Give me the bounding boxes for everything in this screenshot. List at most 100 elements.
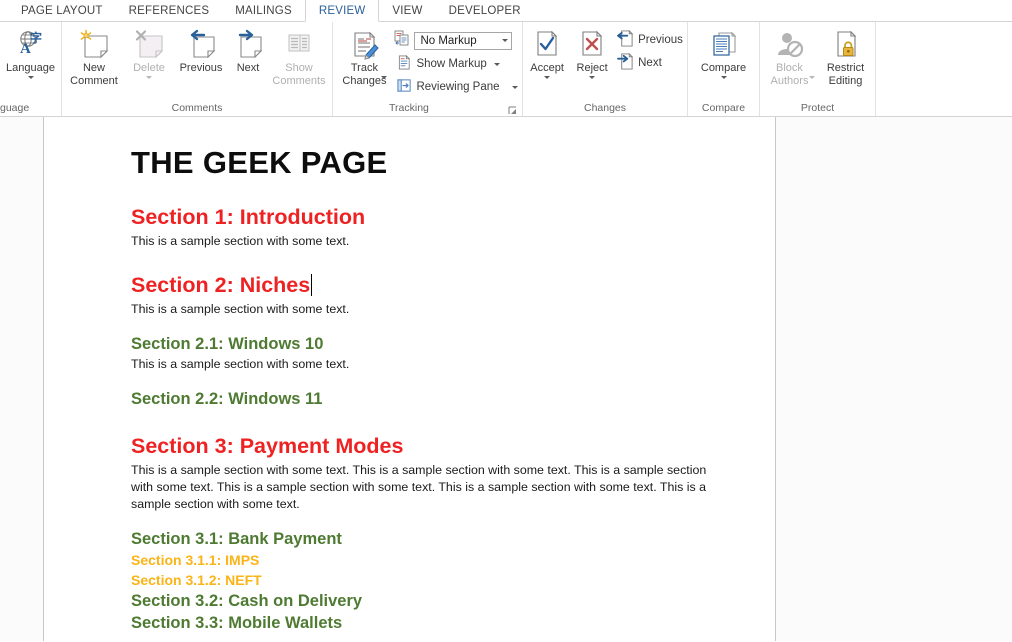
reject-button[interactable]: Reject (570, 26, 614, 79)
next-comment-button[interactable]: Next (228, 26, 268, 75)
spacer (131, 513, 720, 529)
document-area: THE GEEK PAGE Section 1: Introduction Th… (0, 117, 1012, 641)
document-page[interactable]: THE GEEK PAGE Section 1: Introduction Th… (44, 117, 775, 641)
next-change-button[interactable]: Next (614, 53, 686, 73)
reject-dropdown-caret[interactable] (589, 76, 595, 79)
compare-icon (708, 28, 740, 62)
paragraph-section-2-1: This is a sample section with some text. (131, 356, 720, 373)
track-changes-icon (348, 28, 380, 62)
ribbon-group-language: A 字 Language guage (0, 22, 62, 116)
reviewing-pane-caret[interactable] (512, 86, 518, 89)
heading-section-3-3: Section 3.3: Mobile Wallets (131, 613, 720, 633)
next-change-label: Next (638, 57, 662, 69)
new-comment-label: New Comment (70, 62, 118, 87)
block-authors-label: Block Authors (771, 62, 809, 87)
ribbon-group-comments: New Comment Delete (62, 22, 333, 116)
spacer (131, 411, 720, 434)
delete-comment-button[interactable]: Delete (124, 26, 174, 79)
paragraph-section-1: This is a sample section with some text. (131, 233, 720, 250)
heading-section-2: Section 2: Niches (131, 273, 720, 298)
compare-label: Compare (701, 62, 746, 75)
reject-icon (577, 28, 607, 62)
track-changes-dropdown-caret[interactable] (381, 76, 387, 79)
show-comments-label: Show Comments (272, 62, 325, 87)
svg-text:字: 字 (30, 30, 42, 45)
previous-comment-label: Previous (180, 62, 223, 75)
chevron-down-icon (502, 39, 508, 42)
restrict-editing-label: Restrict Editing (827, 62, 864, 87)
ribbon-tab-bar: PAGE LAYOUT REFERENCES MAILINGS REVIEW V… (0, 0, 1012, 22)
document-body[interactable]: THE GEEK PAGE Section 1: Introduction Th… (44, 117, 775, 633)
ribbon-group-changes-label: Changes (523, 101, 687, 116)
tab-page-layout[interactable]: PAGE LAYOUT (8, 0, 116, 22)
heading-section-1-text: Section 1: Introduction (131, 205, 365, 229)
reject-label: Reject (577, 62, 608, 75)
heading-section-3-2: Section 3.2: Cash on Delivery (131, 591, 720, 611)
accept-dropdown-caret[interactable] (544, 76, 550, 79)
delete-comment-dropdown-caret[interactable] (146, 76, 152, 79)
spacer (131, 318, 720, 334)
tracking-dialog-launcher[interactable] (508, 104, 519, 115)
tab-developer[interactable]: DEVELOPER (436, 0, 534, 22)
heading-section-2-text: Section 2: Niches (131, 273, 310, 297)
spacer (131, 250, 720, 273)
show-comments-icon (282, 28, 316, 62)
show-markup-label: Show Markup (416, 58, 486, 70)
ribbon-group-language-label: guage (0, 101, 61, 116)
show-markup-icon (397, 55, 412, 73)
heading-section-2-1: Section 2.1: Windows 10 (131, 334, 720, 354)
ribbon-group-tracking-label: Tracking (333, 101, 522, 116)
tab-view[interactable]: VIEW (379, 0, 435, 22)
display-for-review-combo[interactable]: No Markup (414, 32, 512, 50)
ribbon-group-comments-label: Comments (62, 101, 332, 116)
restrict-editing-button[interactable]: Restrict Editing (818, 26, 874, 87)
accept-icon (532, 28, 562, 62)
tab-references[interactable]: REFERENCES (116, 0, 223, 22)
page-gutter-left (0, 117, 44, 641)
reviewing-pane-button[interactable]: Reviewing Pane (394, 77, 520, 97)
new-comment-icon (77, 28, 111, 62)
heading-section-3: Section 3: Payment Modes (131, 434, 720, 459)
previous-comment-icon (184, 28, 218, 62)
block-authors-icon (774, 28, 806, 62)
track-changes-label: Track Changes (342, 62, 386, 87)
block-authors-button[interactable]: Block Authors (762, 26, 818, 79)
new-comment-button[interactable]: New Comment (64, 26, 124, 87)
next-comment-icon (231, 28, 265, 62)
ribbon-group-changes: Accept Reject (523, 22, 688, 116)
ribbon-group-protect: Block Authors Restrict Editing Protect (760, 22, 876, 116)
text-cursor (311, 274, 312, 296)
show-markup-button[interactable]: Show Markup (394, 54, 520, 74)
heading-section-3-1-1: Section 3.1.1: IMPS (131, 551, 720, 569)
show-comments-button[interactable]: Show Comments (268, 26, 330, 87)
heading-section-3-1: Section 3.1: Bank Payment (131, 529, 720, 549)
delete-comment-label: Delete (133, 62, 165, 75)
language-button-label: Language (6, 62, 55, 75)
compare-button[interactable]: Compare (691, 26, 757, 79)
accept-button[interactable]: Accept (524, 26, 570, 79)
language-button[interactable]: A 字 Language (1, 26, 61, 79)
heading-section-2-2: Section 2.2: Windows 11 (131, 389, 720, 409)
page-gutter-right (775, 117, 1012, 641)
block-authors-dropdown-caret[interactable] (809, 76, 815, 79)
delete-comment-icon (132, 28, 166, 62)
previous-change-button[interactable]: Previous (614, 30, 686, 50)
heading-section-1: Section 1: Introduction (131, 205, 720, 230)
show-markup-caret[interactable] (494, 63, 500, 66)
tab-mailings[interactable]: MAILINGS (222, 0, 305, 22)
display-for-review-icon (394, 30, 410, 51)
next-change-icon (617, 53, 634, 73)
ribbon-empty-filler (876, 22, 1012, 116)
language-icon: A 字 (15, 28, 47, 62)
reviewing-pane-label: Reviewing Pane (416, 81, 499, 93)
display-for-review-value: No Markup (420, 35, 476, 47)
previous-comment-button[interactable]: Previous (174, 26, 228, 75)
document-title: THE GEEK PAGE (131, 145, 720, 181)
track-changes-button[interactable]: Track Changes (334, 26, 394, 79)
compare-dropdown-caret[interactable] (721, 76, 727, 79)
tab-review[interactable]: REVIEW (305, 0, 380, 22)
paragraph-section-3: This is a sample section with some text.… (131, 462, 720, 513)
language-dropdown-caret[interactable] (28, 76, 34, 79)
heading-section-3-1-2: Section 3.1.2: NEFT (131, 571, 720, 589)
ribbon: A 字 Language guage (0, 22, 1012, 117)
